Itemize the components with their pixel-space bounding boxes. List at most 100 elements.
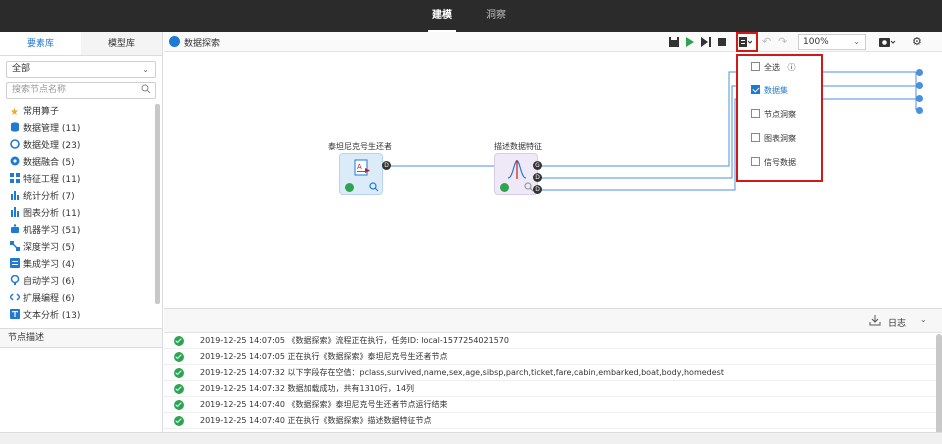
select-all-checkbox[interactable] — [751, 62, 760, 71]
svg-text:A: A — [357, 164, 362, 171]
connection-lines — [386, 71, 917, 191]
node-describe-data[interactable] — [494, 153, 538, 195]
database-icon — [11, 122, 19, 132]
log-label[interactable]: 日志 — [888, 316, 906, 329]
save-icon[interactable] — [668, 35, 680, 49]
output-port-d[interactable]: D — [533, 173, 542, 182]
output-endpoint[interactable] — [916, 95, 923, 102]
tree-item-machine-learning[interactable]: 机器学习 (51) — [0, 223, 156, 240]
left-panel-tabs: 要素库 模型库 — [0, 32, 162, 56]
redo-icon[interactable]: ↷ — [778, 35, 787, 49]
output-endpoint[interactable] — [916, 107, 923, 114]
option-dataset[interactable]: 数据集 — [751, 84, 788, 98]
insight-filter-dropdown: 全选 ⓘ 数据集 节点洞察 图表洞察 信号数据 — [736, 54, 823, 182]
left-panel-scrollbar[interactable] — [155, 104, 160, 304]
success-icon — [500, 183, 509, 192]
flow-toolbar: 数据探索 ↶ ↷ 100% ⌄ ⚙ — [164, 32, 942, 52]
chart-icon — [11, 207, 19, 217]
camera-icon[interactable] — [878, 35, 896, 49]
option-chart-insight[interactable]: 图表洞察 — [751, 132, 796, 146]
node-category-tree: ★ 常用算子 数据管理 (11) 数据处理 (23) 数据融合 (5) 特征工程 … — [0, 104, 156, 325]
tree-item-statistics[interactable]: 统计分析 (7) — [0, 189, 156, 206]
node-insight-checkbox[interactable] — [751, 109, 760, 118]
chevron-down-icon: ⌄ — [853, 37, 860, 46]
workflow-canvas[interactable]: 泰坦尼克号生还者 A D 描述数据特征 G D D — [164, 53, 942, 308]
tab-element-library[interactable]: 要素库 — [0, 32, 81, 55]
success-icon — [174, 336, 184, 346]
tree-item-text-analysis[interactable]: 文本分析 (13) — [0, 308, 156, 325]
category-select[interactable]: 全部 ⌄ — [6, 61, 156, 78]
success-icon — [345, 183, 354, 192]
output-port-g[interactable]: G — [533, 161, 542, 170]
node-titanic-survivors[interactable]: A — [339, 153, 383, 195]
tree-item-deep-learning[interactable]: 深度学习 (5) — [0, 240, 156, 257]
tree-item-data-processing[interactable]: 数据处理 (23) — [0, 138, 156, 155]
output-endpoint[interactable] — [916, 82, 923, 89]
output-port-d[interactable]: D — [533, 185, 542, 194]
zoom-select[interactable]: 100% ⌄ — [798, 34, 866, 50]
option-signal-data[interactable]: 信号数据 — [751, 156, 796, 170]
ensemble-icon — [10, 258, 20, 268]
search-placeholder: 搜索节点名称 — [12, 85, 67, 95]
auto-icon — [10, 275, 20, 285]
top-navigation-bar: 建模 洞察 — [0, 0, 942, 32]
dataset-icon: A — [354, 159, 370, 176]
signal-data-checkbox[interactable] — [751, 157, 760, 166]
info-icon: ⓘ — [787, 63, 796, 72]
stop-icon[interactable] — [717, 35, 727, 49]
chevron-down-icon[interactable]: ⌄ — [920, 315, 927, 324]
log-row: 2019-12-25 14:07:32 数据加载成功，共有1310行，14列 — [164, 381, 942, 397]
search-icon[interactable] — [369, 182, 379, 192]
tree-item-auto-learning[interactable]: 自动学习 (6) — [0, 274, 156, 291]
step-run-icon[interactable] — [700, 35, 712, 49]
star-icon: ★ — [10, 107, 19, 118]
gear-icon[interactable]: ⚙ — [912, 35, 922, 49]
tree-item-chart-analysis[interactable]: 图表分析 (11) — [0, 206, 156, 223]
option-select-all[interactable]: 全选 ⓘ — [751, 61, 796, 75]
success-icon — [174, 352, 184, 362]
tree-item-common[interactable]: ★ 常用算子 — [0, 104, 156, 121]
bar-icon — [11, 191, 19, 200]
chart-insight-checkbox[interactable] — [751, 133, 760, 142]
flow-title: 数据探索 — [184, 39, 221, 49]
log-panel: 日志 ⌄ 2019-12-25 14:07:05 《数据探索》流程正在执行，任务… — [164, 308, 942, 444]
log-row: 2019-12-25 14:07:05 《数据探索》流程正在执行，任务ID: l… — [164, 333, 942, 349]
output-endpoint[interactable] — [916, 69, 923, 76]
option-node-insight[interactable]: 节点洞察 — [751, 108, 796, 122]
tree-item-extended-programming[interactable]: 扩展编程 (6) — [0, 291, 156, 308]
tab-insight[interactable]: 洞察 — [486, 0, 506, 32]
distribution-icon — [507, 160, 527, 179]
tab-modeling[interactable]: 建模 — [428, 0, 456, 32]
zoom-value: 100% — [803, 37, 829, 47]
success-icon — [174, 384, 184, 394]
log-row: 2019-12-25 14:07:40 《数据探索》泰坦尼克号生还者节点运行结束 — [164, 397, 942, 413]
tree-item-data-fusion[interactable]: 数据融合 (5) — [0, 155, 156, 172]
dataset-checkbox[interactable] — [751, 85, 760, 94]
search-icon — [141, 84, 151, 94]
node-describe-label: 描述数据特征 — [494, 142, 542, 151]
success-icon — [174, 416, 184, 426]
success-icon — [174, 400, 184, 410]
log-row: 2019-12-25 14:07:05 正在执行《数据探索》泰坦尼克号生还者节点 — [164, 349, 942, 365]
tree-item-data-management[interactable]: 数据管理 (11) — [0, 121, 156, 138]
left-panel: 要素库 模型库 全部 ⌄ 搜索节点名称 ★ 常用算子 数据管理 (11) 数据处理… — [0, 32, 163, 444]
chevron-down-icon: ⌄ — [142, 65, 149, 74]
tab-model-library[interactable]: 模型库 — [81, 32, 162, 55]
tree-item-feature-engineering[interactable]: 特征工程 (11) — [0, 172, 156, 189]
undo-icon[interactable]: ↶ — [762, 35, 771, 49]
category-select-value: 全部 — [12, 64, 31, 74]
merge-icon — [10, 156, 20, 166]
node-search-input[interactable]: 搜索节点名称 — [6, 82, 156, 99]
flow-icon — [169, 36, 180, 47]
highlighted-insight-button[interactable] — [736, 32, 758, 52]
run-icon[interactable] — [685, 35, 695, 49]
download-icon[interactable] — [869, 314, 881, 326]
robot-icon — [11, 224, 19, 233]
node-titanic-label: 泰坦尼克号生还者 — [328, 142, 392, 151]
tree-item-ensemble-learning[interactable]: 集成学习 (4) — [0, 257, 156, 274]
output-port-d[interactable]: D — [382, 161, 391, 170]
log-scrollbar[interactable] — [936, 334, 942, 434]
log-panel-header: 日志 ⌄ — [164, 309, 942, 333]
network-icon — [10, 241, 20, 251]
log-row: 2019-12-25 14:07:32 以下字段存在空值：pclass,surv… — [164, 365, 942, 381]
